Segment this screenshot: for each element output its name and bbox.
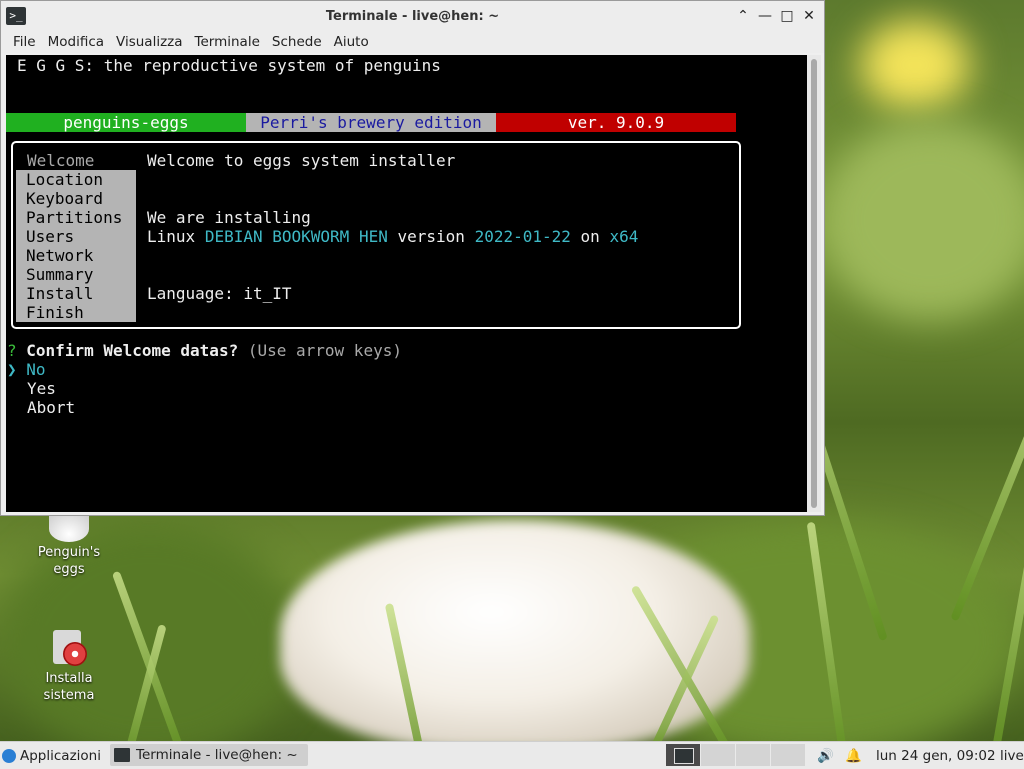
terminal-icon	[674, 748, 694, 764]
taskbar-task-label: Terminale - live@hen: ~	[136, 747, 298, 763]
option-no[interactable]: ❯ No	[7, 360, 46, 379]
volume-icon[interactable]: 🔊	[817, 742, 834, 769]
user-menu[interactable]: live	[1000, 742, 1024, 769]
bar-middle: Perri's brewery edition	[246, 113, 496, 132]
applications-label: Applicazioni	[20, 747, 101, 764]
sidebar-item-network: Network	[26, 246, 94, 265]
welcome-heading: Welcome to eggs system installer	[147, 151, 456, 170]
workspace-3[interactable]	[736, 744, 770, 766]
prompt-line: ? Confirm Welcome datas? (Use arrow keys…	[7, 341, 402, 360]
sidebar-item-finish: Finish	[26, 303, 84, 322]
desktop-icon-penguins-eggs[interactable]: Penguin's eggs	[24, 516, 114, 578]
workspace-4[interactable]	[771, 744, 805, 766]
terminal-window[interactable]: >_ Terminale - live@hen: ~ ⌃ — □ ✕ File …	[0, 0, 825, 516]
sidebar-item-summary: Summary	[26, 265, 94, 284]
egg-icon	[49, 516, 89, 542]
option-yes[interactable]: Yes	[27, 379, 56, 398]
prompt-hint: (Use arrow keys)	[247, 341, 402, 360]
desktop-icon-label: Penguin's	[37, 545, 101, 560]
menu-bar: File Modifica Visualizza Terminale Sched…	[1, 31, 824, 53]
menu-modifica[interactable]: Modifica	[42, 34, 110, 50]
installer-icon	[49, 624, 89, 666]
terminal-icon: >_	[6, 7, 26, 25]
sidebar-item-keyboard: Keyboard	[26, 189, 104, 208]
desktop-icon-label: Installa	[45, 671, 93, 686]
language-line: Language: it_IT	[147, 284, 292, 303]
xfce-logo-icon	[2, 748, 16, 763]
distro-version: 2022-01-22	[474, 227, 571, 246]
desktop-icon-label: eggs	[53, 562, 85, 577]
sidebar-item-location: Location	[26, 170, 104, 189]
menu-visualizza[interactable]: Visualizza	[110, 34, 189, 50]
window-title: Terminale - live@hen: ~	[325, 8, 500, 24]
menu-aiuto[interactable]: Aiuto	[328, 34, 375, 50]
notification-bell-icon[interactable]: 🔔	[845, 742, 862, 769]
menu-terminale[interactable]: Terminale	[189, 34, 266, 50]
terminal-icon	[114, 748, 130, 762]
workspace-1[interactable]	[666, 744, 700, 766]
sidebar-item-users: Users	[26, 227, 75, 246]
desktop-icon-install-system[interactable]: Installa sistema	[24, 624, 114, 704]
applications-menu-button[interactable]: Applicazioni	[0, 748, 110, 764]
distro-arch: x64	[609, 227, 639, 246]
prompt-mark: ?	[7, 341, 17, 360]
sidebar-item-install: Install	[26, 284, 94, 303]
taskbar: Applicazioni Terminale - live@hen: ~ 🔊 🔔…	[0, 741, 1024, 769]
menu-file[interactable]: File	[7, 34, 42, 50]
desktop-icon-label: sistema	[43, 688, 95, 703]
bar-left: penguins-eggs	[6, 113, 246, 132]
terminal-output[interactable]: E G G S: the reproductive system of peng…	[6, 55, 807, 512]
shade-button[interactable]: ⌃	[734, 6, 752, 26]
installer-sidebar: Location Keyboard Partitions Users Netwo…	[16, 170, 136, 322]
menu-schede[interactable]: Schede	[266, 34, 328, 50]
distro-line: Linux DEBIAN BOOKWORM HEN version 2022-0…	[147, 227, 639, 246]
workspace-2[interactable]	[701, 744, 735, 766]
maximize-button[interactable]: □	[778, 6, 796, 26]
pointer-icon: ❯	[7, 360, 17, 379]
sidebar-item-partitions: Partitions	[26, 208, 123, 227]
scrollbar-thumb[interactable]	[811, 59, 817, 508]
window-titlebar[interactable]: >_ Terminale - live@hen: ~ ⌃ — □ ✕	[1, 1, 824, 31]
taskbar-terminal-button[interactable]: Terminale - live@hen: ~	[110, 744, 308, 766]
terminal-header: E G G S: the reproductive system of peng…	[17, 56, 441, 75]
terminal-scrollbar[interactable]	[807, 55, 821, 512]
bar-right: ver. 9.0.9	[496, 113, 736, 132]
sidebar-item-welcome: Welcome	[27, 151, 95, 170]
minimize-button[interactable]: —	[756, 6, 774, 26]
option-abort[interactable]: Abort	[27, 398, 75, 417]
distro-name: DEBIAN BOOKWORM HEN	[204, 227, 388, 246]
prompt-question: Confirm Welcome datas?	[26, 341, 239, 360]
close-button[interactable]: ✕	[800, 6, 818, 26]
clock[interactable]: lun 24 gen, 09:02	[876, 742, 996, 769]
installing-text: We are installing	[147, 208, 311, 227]
